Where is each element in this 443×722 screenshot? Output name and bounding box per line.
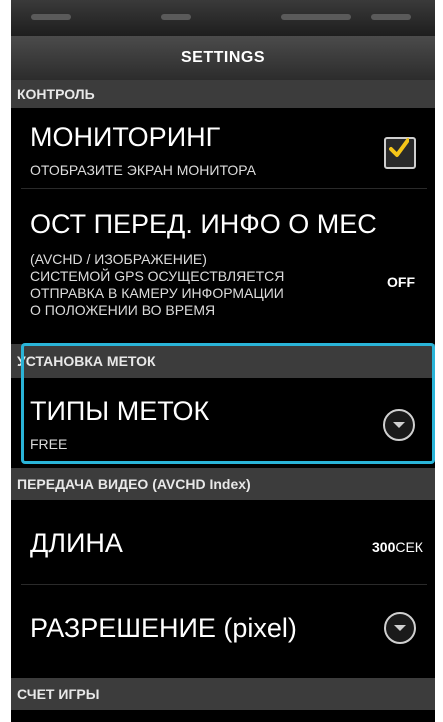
status-bar-icons (161, 14, 191, 20)
page-title: SETTINGS (11, 36, 435, 80)
monitoring-subtitle: ОТОБРАЗИТЕ ЭКРАН МОНИТОРА (30, 162, 257, 178)
length-title: ДЛИНА (30, 528, 123, 558)
status-bar-icons (31, 14, 71, 20)
status-bar (11, 0, 435, 36)
selection-highlight (21, 343, 435, 464)
resolution-title: РАЗРЕШЕНИЕ (pixel) (30, 613, 297, 643)
section-header-video: ПЕРЕДАЧА ВИДЕО (AVCHD Index) (11, 468, 435, 500)
status-bar-icons (281, 14, 351, 20)
length-row[interactable]: ДЛИНА 300СЕК (11, 500, 435, 584)
length-value-unit: СЕК (395, 539, 423, 555)
status-bar-icons (371, 14, 411, 20)
section-header-game: СЧЕТ ИГРЫ (11, 678, 435, 710)
length-value: 300СЕК (372, 539, 423, 555)
chevron-down-icon (394, 625, 406, 631)
gps-title: ОСТ ПЕРЕД. ИНФО О МЕС (30, 209, 377, 239)
gps-subtitle: (AVCHD / ИЗОБРАЖЕНИЕ) СИСТЕМОЙ GPS ОСУЩЕ… (30, 251, 285, 318)
monitoring-title: МОНИТОРИНГ (30, 122, 221, 152)
resolution-row[interactable]: РАЗРЕШЕНИЕ (pixel) (11, 585, 435, 677)
gps-value: OFF (387, 274, 415, 290)
checkmark-icon (389, 138, 409, 157)
length-value-number: 300 (372, 539, 396, 555)
gps-row[interactable]: ОСТ ПЕРЕД. ИНФО О МЕС (AVCHD / ИЗОБРАЖЕН… (11, 189, 435, 339)
monitoring-row[interactable]: МОНИТОРИНГ ОТОБРАЗИТЕ ЭКРАН МОНИТОРА (11, 108, 435, 188)
section-header-control: КОНТРОЛЬ (11, 80, 435, 108)
monitoring-checkbox[interactable] (384, 137, 416, 169)
resolution-dropdown-button[interactable] (384, 612, 416, 644)
phone-screen: SETTINGS КОНТРОЛЬ МОНИТОРИНГ ОТОБРАЗИТЕ … (11, 0, 435, 722)
